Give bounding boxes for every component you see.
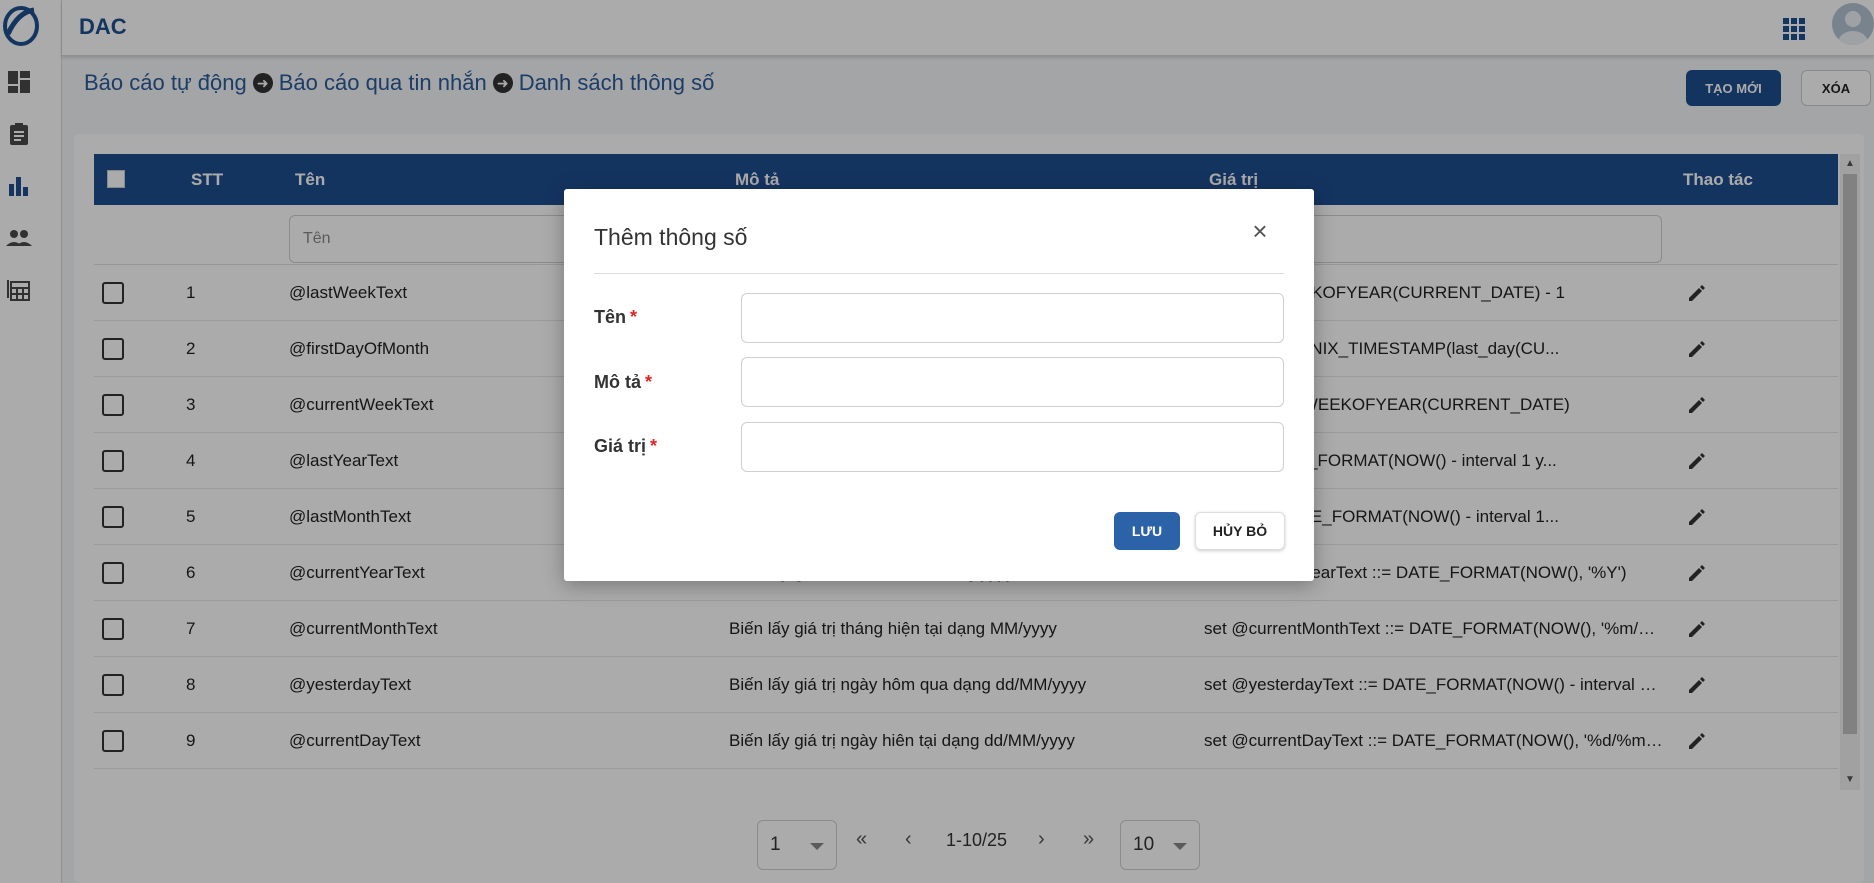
value-label: Giá trị * <box>594 436 658 456</box>
required-marker: * <box>645 372 653 392</box>
description-label: Mô tả * <box>594 372 653 392</box>
name-field[interactable] <box>741 293 1284 343</box>
save-button[interactable]: LƯU <box>1114 512 1180 550</box>
dialog-title: Thêm thông số <box>594 224 748 250</box>
dialog-divider <box>594 273 1284 274</box>
name-label: Tên * <box>594 307 638 327</box>
required-marker: * <box>650 436 658 456</box>
value-field[interactable] <box>741 422 1284 472</box>
required-marker: * <box>630 307 638 327</box>
description-field[interactable] <box>741 357 1284 407</box>
cancel-button[interactable]: HỦY BỎ <box>1195 512 1285 550</box>
add-parameter-dialog: Thêm thông số × Tên * Mô tả * Giá trị * LƯU… <box>564 189 1314 581</box>
close-icon[interactable]: × <box>1248 218 1272 244</box>
